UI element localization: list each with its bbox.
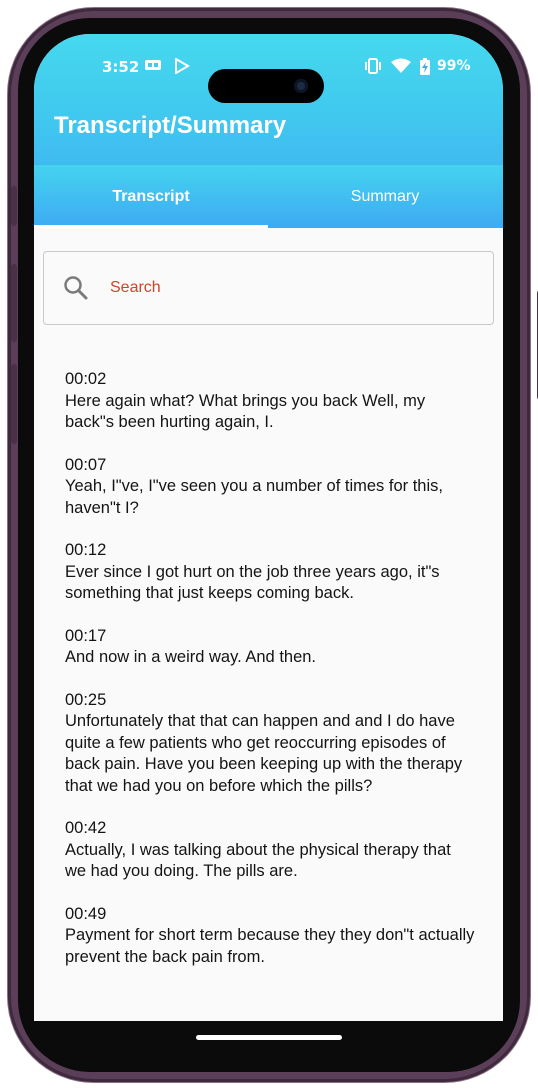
entry-text: Here again what? What brings you back We… — [65, 391, 426, 432]
search-input[interactable] — [110, 274, 470, 302]
volume-down-button — [11, 364, 17, 444]
home-indicator[interactable] — [196, 1035, 342, 1040]
status-time: 3:52 — [102, 58, 140, 76]
battery-percentage: 99% — [437, 58, 471, 74]
transcript-entry: 00:02 Here again what? What brings you b… — [65, 369, 475, 434]
entry-timestamp: 00:12 — [65, 541, 107, 559]
entry-timestamp: 00:49 — [65, 904, 107, 923]
entry-timestamp: 00:07 — [65, 455, 107, 474]
volume-up-button — [11, 264, 17, 342]
transcript-entry: 00:42 Actually, I was talking about the … — [65, 818, 475, 883]
tab-bar: Transcript Summary — [34, 165, 503, 228]
entry-timestamp: 00:17 — [65, 626, 107, 645]
entry-text: Actually, I was talking about the physic… — [65, 840, 451, 881]
transcript-entry: 00:17 And now in a weird way. And then. — [65, 626, 475, 669]
battery-charging-icon — [419, 58, 431, 80]
active-tab-indicator — [34, 225, 268, 228]
app-screen: 3:52 99% Transcript/Summary Transcript S… — [34, 34, 503, 1021]
search-box[interactable] — [43, 251, 494, 325]
transcript-entry: 00:07 Yeah, I"ve, I"ve seen you a number… — [65, 455, 475, 520]
vibrate-icon — [364, 58, 382, 78]
app-header: 3:52 99% Transcript/Summary Transcript S… — [34, 34, 503, 228]
camera-notch — [208, 69, 324, 103]
play-store-icon — [174, 57, 190, 78]
tab-transcript[interactable]: Transcript — [34, 165, 268, 228]
status-bar: 3:52 99% — [34, 54, 503, 103]
mute-switch — [11, 186, 17, 226]
camera-lens — [294, 79, 308, 93]
entry-text: Yeah, I"ve, I"ve seen you a number of ti… — [65, 477, 443, 517]
sim-card-icon — [144, 58, 162, 76]
entry-timestamp: 00:02 — [65, 370, 107, 388]
entry-text: Payment for short term because they they… — [65, 926, 475, 966]
transcript-entry: 00:12 Ever since I got hurt on the job t… — [65, 540, 475, 605]
entry-timestamp: 00:25 — [65, 690, 107, 709]
tab-summary[interactable]: Summary — [268, 165, 502, 228]
transcript-entry: 00:25 Unfortunately that that can happen… — [65, 690, 475, 798]
app-title: Transcript/Summary — [54, 112, 287, 139]
wifi-icon — [391, 58, 411, 78]
transcript-list: 00:02 Here again what? What brings you b… — [65, 369, 475, 989]
search-icon — [62, 274, 90, 302]
entry-timestamp: 00:42 — [65, 819, 107, 837]
transcript-entry: 00:49 Payment for short term because the… — [65, 904, 475, 969]
entry-text: Unfortunately that that can happen and a… — [65, 712, 463, 795]
entry-text: Ever since I got hurt on the job three y… — [65, 562, 440, 603]
entry-text: And now in a weird way. And then. — [65, 648, 317, 666]
